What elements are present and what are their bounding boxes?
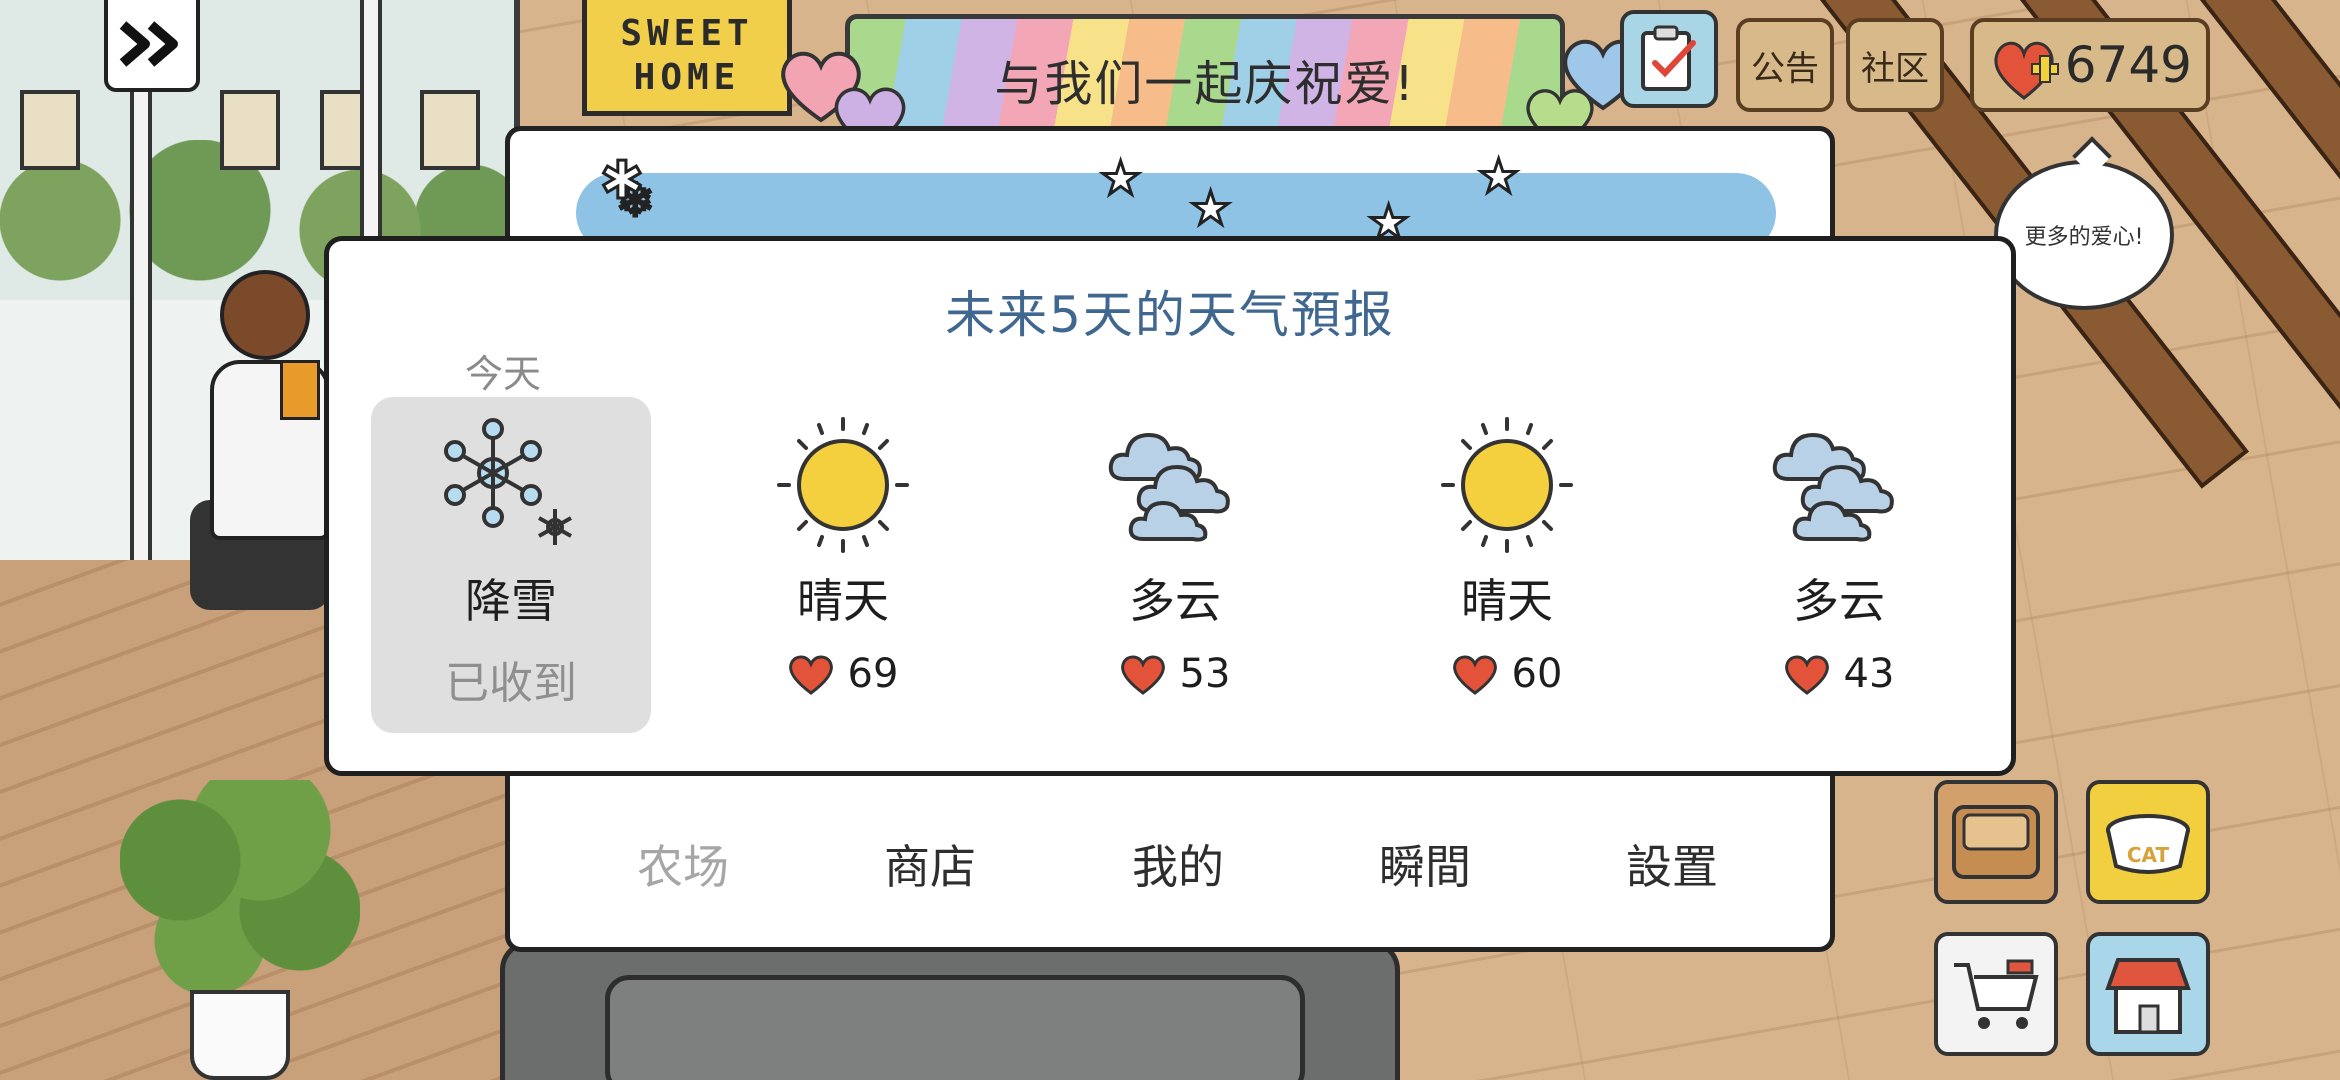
sign-line-1: SWEET [620, 12, 754, 54]
heart-icon [1120, 655, 1165, 695]
heart-reward: 69 [703, 651, 983, 697]
distant-house [20, 90, 80, 170]
cat-food-button[interactable]: CAT [2086, 780, 2210, 904]
menu-shop[interactable]: 商店 [850, 831, 1010, 897]
heart-icon [788, 655, 833, 695]
weather-name: 多云 [1129, 574, 1221, 628]
cart-button[interactable] [1934, 932, 2058, 1056]
forecast-day-3: 多云 53 [1035, 397, 1315, 733]
star-icon: ★ [1098, 150, 1142, 207]
cat-bed-button[interactable] [1934, 780, 2058, 904]
shopping-cart-icon [1954, 959, 2039, 1029]
sofa [500, 940, 1400, 1080]
announcement-button[interactable]: 公告 [1736, 18, 1834, 112]
person-sitting [190, 270, 330, 620]
sweet-home-sign: SWEET HOME [582, 0, 792, 116]
heart-icon [1784, 655, 1829, 695]
community-button[interactable]: 社区 [1846, 18, 1944, 112]
forecast-day-today[interactable]: 降雪 已收到 [371, 397, 651, 733]
hearts-count: 6749 [2064, 36, 2192, 94]
star-icon: ✱ [599, 150, 646, 213]
event-banner[interactable]: 与我们一起庆祝爱! [845, 14, 1565, 144]
potted-plant [120, 780, 360, 1080]
cloud-icon [1772, 432, 1894, 542]
menu-row: 农场 商店 我的 瞬間 設置 [510, 831, 1830, 921]
tasks-button[interactable] [1620, 10, 1718, 108]
star-icon: ★ [1188, 180, 1232, 237]
skip-button[interactable] [104, 0, 200, 92]
store-button[interactable] [2086, 932, 2210, 1056]
menu-mine[interactable]: 我的 [1098, 831, 1258, 897]
sun-icon [1441, 417, 1573, 553]
sign-line-2: HOME [633, 56, 741, 98]
heart-count: 60 [1511, 651, 1563, 697]
weather-name: 晴天 [797, 574, 889, 628]
cat-bed-icon [1952, 805, 2040, 879]
received-status: 已收到 [445, 658, 577, 709]
clipboard-check-icon [1641, 25, 1696, 91]
announcement-label: 公告 [1751, 48, 1819, 89]
svg-text:CAT: CAT [2127, 843, 2170, 867]
heart-reward: 53 [1035, 651, 1315, 697]
heart-count: 43 [1843, 651, 1895, 697]
community-label: 社区 [1861, 48, 1929, 89]
heart-reward: 43 [1699, 651, 1979, 697]
menu-moments[interactable]: 瞬間 [1345, 831, 1505, 897]
heart-plus-icon [1994, 41, 2059, 100]
menu-settings[interactable]: 設置 [1592, 831, 1752, 897]
speech-bubble[interactable]: 更多的爱心! [1994, 160, 2174, 310]
weather-name: 多云 [1793, 574, 1885, 628]
heart-count: 53 [1179, 651, 1231, 697]
weather-forecast-dialog: 未来5天的天气預报 今天 降雪 已收到 晴天 69 多云 53 晴天 60 多云… [324, 236, 2016, 776]
store-icon [2105, 958, 2191, 1034]
distant-house [220, 90, 280, 170]
weather-name: 降雪 [465, 574, 557, 628]
today-label: 今天 [465, 352, 542, 396]
forecast-day-2: 晴天 69 [703, 397, 983, 733]
sun-icon [777, 417, 909, 553]
heart-icon [1452, 655, 1497, 695]
heart-reward: 60 [1367, 651, 1647, 697]
heart-count: 69 [847, 651, 899, 697]
cloud-icon [1108, 432, 1230, 542]
weather-name: 晴天 [1461, 574, 1553, 628]
hearts-counter[interactable]: 6749 [1970, 18, 2210, 112]
banner-text: 与我们一起庆祝爱! [994, 56, 1416, 112]
snowflake-icon [444, 418, 572, 545]
double-chevron-right-icon [119, 21, 178, 67]
forecast-day-4: 晴天 60 [1367, 397, 1647, 733]
menu-farm[interactable]: 农场 [603, 831, 763, 897]
cat-bowl-icon: CAT [2106, 814, 2190, 874]
forecast-title: 未来5天的天气預报 [945, 286, 1395, 344]
distant-house [420, 90, 480, 170]
forecast-day-5: 多云 43 [1699, 397, 1979, 733]
speech-text: 更多的爱心! [2024, 225, 2144, 250]
star-icon: ★ [1476, 148, 1520, 205]
